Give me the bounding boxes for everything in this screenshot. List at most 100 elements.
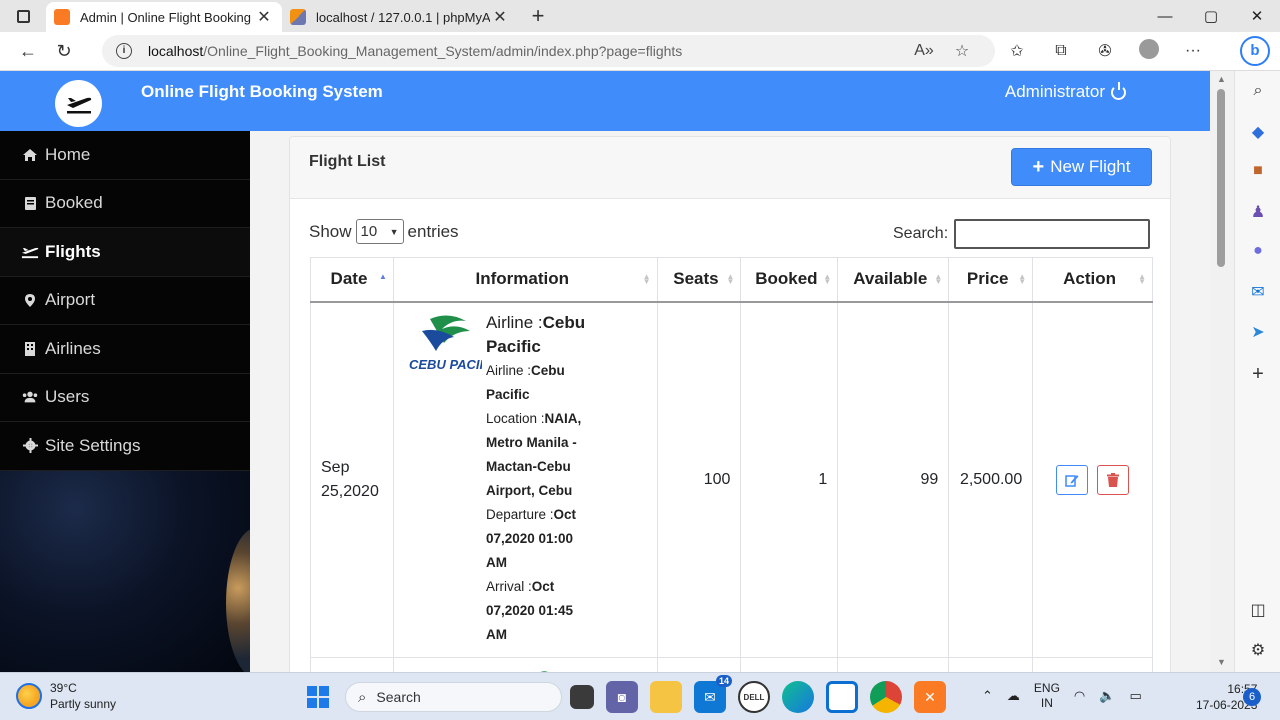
language-indicator[interactable]: ENG IN (1034, 681, 1060, 711)
close-tab-icon[interactable]: ✕ (254, 7, 274, 27)
map-marker-icon (21, 293, 39, 308)
scroll-down-icon[interactable]: ▼ (1217, 657, 1226, 667)
search-label: Search: (893, 225, 949, 242)
battery-icon[interactable]: ▭ (1129, 688, 1141, 704)
weather-desc: Partly sunny (50, 697, 117, 711)
task-view-icon[interactable] (570, 685, 594, 709)
xampp-favicon-icon (54, 9, 70, 25)
collections-icon[interactable]: ⧉ (1039, 42, 1083, 60)
favorite-star-icon[interactable]: ☆ (943, 41, 981, 61)
settings-icon[interactable]: ⚙ (1235, 640, 1280, 660)
sidebar-item-label: Users (45, 387, 90, 407)
chrome-icon[interactable] (870, 681, 902, 713)
column-header-price[interactable]: Price ▲ ▼ (948, 257, 1034, 303)
sidebar: Home Booked Flights Airport Airlines Use… (0, 131, 250, 672)
new-flight-button[interactable]: + New Flight (1011, 148, 1152, 186)
flights-table: Date ▲ Information ▲ ▼ Seats ▲ ▼ Booked ▲ ▼ Ava… (310, 257, 1153, 675)
browser-tab-admin[interactable]: Admin | Online Flight Booking Sy ✕ (46, 2, 282, 32)
shopping-tag-icon[interactable]: ◆ (1235, 122, 1280, 142)
chevron-up-icon[interactable]: ⌃ (982, 688, 993, 704)
sidebar-item-users[interactable]: Users (0, 373, 250, 422)
close-window-icon[interactable]: ✕ (1234, 0, 1280, 32)
weather-icon (16, 683, 42, 709)
minimize-icon[interactable]: — (1142, 0, 1188, 32)
entries-select[interactable]: 10 ▼ (355, 219, 404, 244)
page-scrollbar[interactable]: ▲ ▼ (1210, 71, 1234, 672)
show-label: Show (309, 221, 352, 241)
games-icon[interactable]: ♟ (1235, 202, 1280, 222)
mail-badge: 14 (715, 675, 732, 687)
scroll-up-icon[interactable]: ▲ (1217, 74, 1226, 84)
volume-icon[interactable]: 🔈 (1099, 688, 1115, 704)
seats-cell: 100 (656, 301, 742, 658)
power-icon[interactable] (1111, 81, 1126, 100)
plus-icon: + (1032, 156, 1045, 178)
onedrive-icon[interactable]: ☁ (1007, 688, 1020, 704)
start-icon[interactable] (307, 686, 329, 708)
sidebar-item-home[interactable]: Home (0, 131, 250, 180)
search-icon[interactable]: ⌕ (1235, 82, 1280, 100)
maximize-icon[interactable]: ▢ (1188, 0, 1234, 32)
file-explorer-icon[interactable] (650, 681, 682, 713)
sidebar-item-flights[interactable]: Flights (0, 228, 250, 277)
column-header-seats[interactable]: Seats ▲ ▼ (656, 257, 742, 303)
profile-avatar[interactable] (1127, 38, 1171, 64)
tab-actions-icon[interactable] (0, 0, 46, 32)
new-tab-icon[interactable]: + (518, 2, 558, 32)
app-header: Online Flight Booking System Administrat… (0, 71, 1210, 131)
read-aloud-icon[interactable]: A» (905, 42, 943, 60)
taskbar-search[interactable]: ⌕ Search (345, 682, 562, 712)
weather-widget[interactable]: 39°C Partly sunny (16, 680, 116, 712)
refresh-icon[interactable]: ↻ (46, 41, 82, 62)
dell-icon[interactable]: DELL (738, 681, 770, 713)
search-input[interactable] (954, 219, 1151, 249)
column-header-available[interactable]: Available ▲ ▼ (837, 257, 950, 303)
sidebar-item-label: Flights (45, 241, 101, 261)
edit-button[interactable] (1056, 464, 1089, 495)
wifi-icon[interactable]: ◠ (1074, 688, 1085, 704)
action-cell (1032, 301, 1153, 658)
mail-icon[interactable]: ✉ 14 (694, 675, 732, 713)
back-icon[interactable]: ← (10, 41, 46, 62)
admin-user-menu[interactable]: Administrator (1005, 81, 1126, 102)
scrollbar-thumb[interactable] (1217, 89, 1225, 267)
windows-taskbar: 39°C Partly sunny ⌕ Search ◙ ✉ 14 DELL ✕… (0, 672, 1280, 720)
plane-icon (21, 244, 39, 259)
site-info-icon[interactable]: i (116, 43, 132, 59)
browser-tab-phpmyadmin[interactable]: localhost / 127.0.0.1 | phpMyAdm ✕ (282, 2, 518, 32)
xampp-icon[interactable]: ✕ (914, 681, 946, 713)
notification-badge[interactable]: 6 (1243, 688, 1261, 706)
sidebar-item-booked[interactable]: Booked (0, 179, 250, 228)
address-bar[interactable]: i localhost/Online_Flight_Booking_Manage… (102, 35, 995, 67)
sidebar-item-label: Airlines (45, 338, 101, 358)
delete-button[interactable] (1096, 464, 1129, 495)
store-icon[interactable] (826, 681, 858, 713)
sidebar-item-airport[interactable]: Airport (0, 276, 250, 325)
sidebar-toggle-icon[interactable]: ◫ (1235, 600, 1280, 620)
more-menu-icon[interactable]: ··· (1171, 42, 1215, 60)
sort-icon: ▲ ▼ (1018, 272, 1027, 286)
sidebar-item-airlines[interactable]: Airlines (0, 325, 250, 374)
extensions-icon[interactable]: ✇ (1083, 41, 1127, 61)
microsoft365-icon[interactable]: ● (1235, 242, 1280, 260)
column-header-date[interactable]: Date ▲ (310, 257, 394, 303)
outlook-icon[interactable]: ✉ (1235, 282, 1280, 302)
sidebar-item-site-settings[interactable]: Site Settings (0, 422, 250, 471)
favorites-icon[interactable]: ✩ (995, 41, 1039, 61)
close-tab-icon[interactable]: ✕ (490, 7, 510, 27)
sort-icon: ▲ ▼ (726, 272, 735, 286)
column-header-information[interactable]: Information ▲ ▼ (392, 257, 658, 303)
send-icon[interactable]: ➤ (1235, 322, 1280, 342)
card-header: Flight List + New Flight (290, 137, 1170, 199)
taskbar-search-placeholder: Search (376, 689, 421, 705)
column-header-booked[interactable]: Booked ▲ ▼ (740, 257, 839, 303)
edge-browser-icon[interactable] (782, 681, 814, 713)
url-text: localhost/Online_Flight_Booking_Manageme… (148, 43, 683, 59)
booked-cell: 1 (740, 301, 839, 658)
table-search: Search: (893, 219, 1151, 249)
add-icon[interactable]: + (1235, 363, 1280, 386)
bing-copilot-icon[interactable]: b (1240, 36, 1270, 66)
tools-icon[interactable]: ■ (1235, 162, 1280, 180)
column-header-action[interactable]: Action ▲ ▼ (1032, 257, 1153, 303)
teams-icon[interactable]: ◙ (606, 681, 638, 713)
